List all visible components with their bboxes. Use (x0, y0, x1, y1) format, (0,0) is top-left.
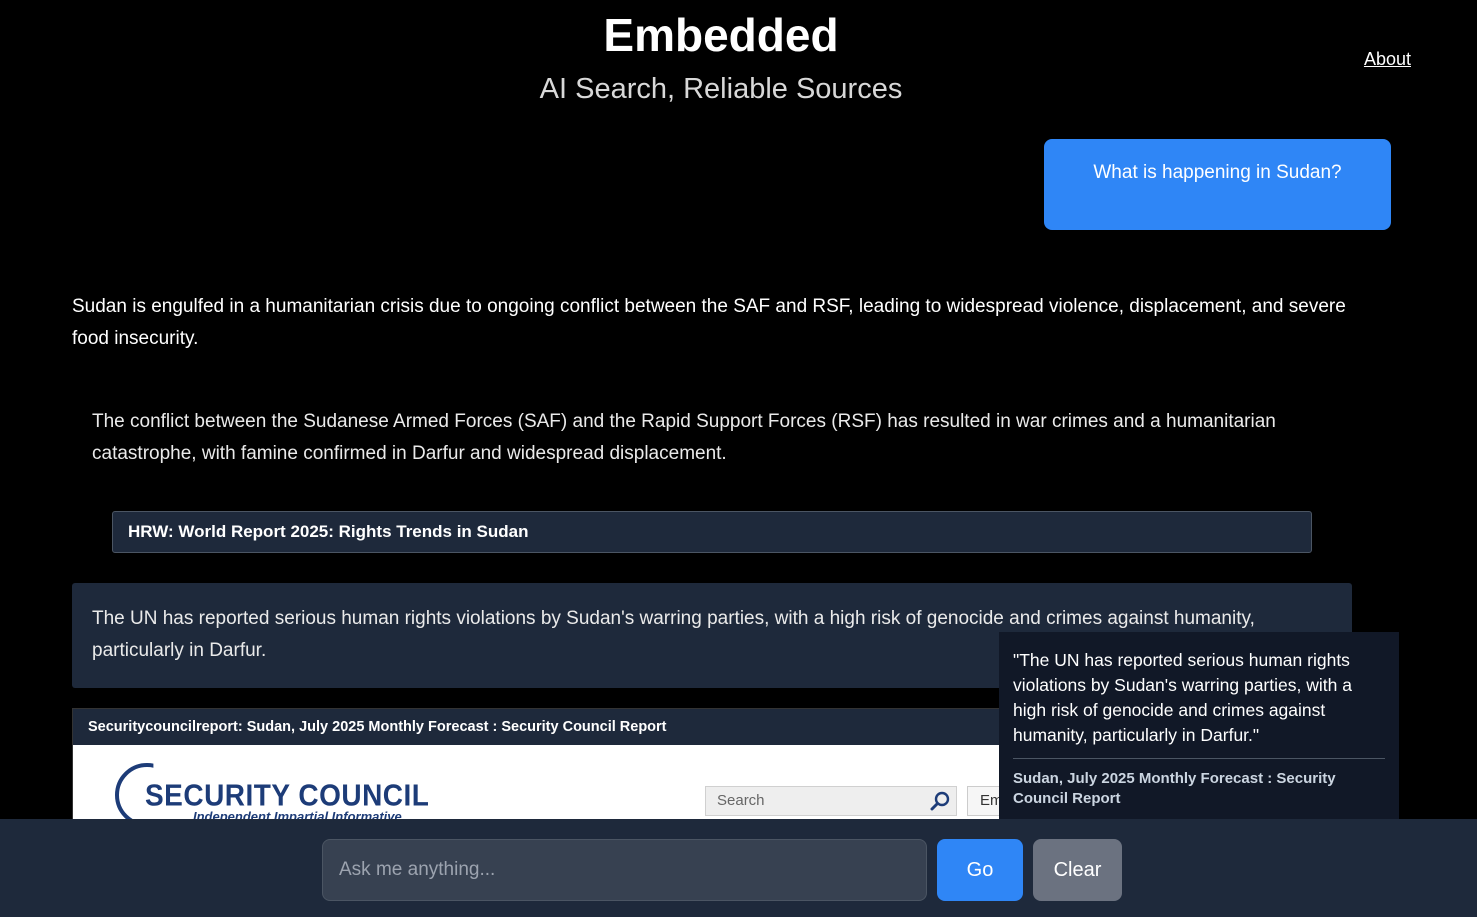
about-link[interactable]: About (1364, 49, 1411, 70)
tooltip-quote: "The UN has reported serious human right… (1013, 650, 1352, 745)
app-title: Embedded (603, 9, 839, 61)
tooltip-source: Sudan, July 2025 Monthly Forecast : Secu… (1013, 770, 1336, 807)
page: Embedded AI Search, Reliable Sources Abo… (0, 0, 1477, 917)
user-question-bubble: What is happening in Sudan? (1044, 139, 1391, 230)
go-button[interactable]: Go (937, 839, 1023, 901)
search-icon (930, 791, 950, 811)
ask-input[interactable] (322, 839, 927, 901)
answer-summary: Sudan is engulfed in a humanitarian cris… (72, 296, 1346, 349)
preview-em-button: Em (967, 786, 999, 816)
source-preview-title: Securitycouncilreport: Sudan, July 2025 … (73, 709, 999, 745)
app-subtitle: AI Search, Reliable Sources (539, 73, 903, 105)
citation-tooltip: "The UN has reported serious human right… (999, 632, 1399, 832)
tooltip-divider (1013, 758, 1385, 759)
clear-button[interactable]: Clear (1033, 839, 1122, 901)
input-bar: Go Clear (0, 819, 1477, 917)
preview-search-field: Search (705, 786, 957, 816)
source-preview[interactable]: Securitycouncilreport: Sudan, July 2025 … (72, 708, 1000, 823)
preview-search-placeholder: Search (717, 792, 765, 809)
claim-text: The conflict between the Sudanese Armed … (92, 411, 1276, 464)
source-link[interactable]: HRW: World Report 2025: Rights Trends in… (112, 511, 1312, 553)
